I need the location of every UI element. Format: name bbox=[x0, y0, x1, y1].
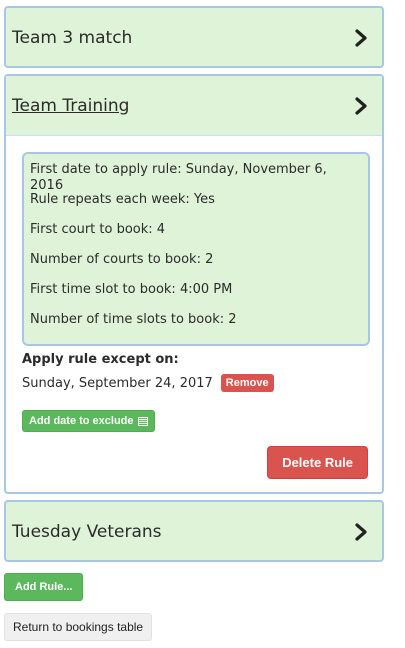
remove-exception-button[interactable]: Remove bbox=[220, 374, 274, 392]
return-to-bookings-button[interactable]: Return to bookings table bbox=[4, 613, 153, 641]
rule-num-courts: Number of courts to book: 2 bbox=[30, 252, 214, 267]
rule-num-slots: Number of time slots to book: 2 bbox=[30, 312, 237, 327]
chevron-right-icon[interactable] bbox=[354, 29, 368, 47]
add-exclude-date-button[interactable]: Add date to exclude bbox=[22, 410, 155, 432]
add-exclude-label: Add date to exclude bbox=[29, 415, 134, 427]
add-rule-button[interactable]: Add Rule... bbox=[4, 573, 84, 601]
panel-title: Tuesday Veterans bbox=[12, 522, 162, 542]
rule-panel-tuesday-veterans[interactable]: Tuesday Veterans bbox=[4, 500, 384, 562]
rule-panel-team-3-match[interactable]: Team 3 match bbox=[4, 6, 384, 68]
panel-header[interactable]: Team 3 match bbox=[6, 8, 382, 68]
calendar-icon bbox=[137, 417, 148, 426]
panel-title-link[interactable]: Team Training bbox=[12, 96, 129, 116]
exception-date: Sunday, September 24, 2017 bbox=[22, 375, 213, 391]
delete-rule-button[interactable]: Delete Rule bbox=[267, 446, 368, 479]
rule-details-box: First date to apply rule: Sunday, Novemb… bbox=[22, 152, 370, 346]
panel-header[interactable]: Team Training bbox=[6, 76, 382, 136]
panel-title: Team 3 match bbox=[12, 28, 133, 48]
rule-first-court: First court to book: 4 bbox=[30, 222, 166, 237]
chevron-right-icon[interactable] bbox=[354, 96, 368, 115]
panel-header[interactable]: Tuesday Veterans bbox=[6, 502, 382, 562]
exception-item: Sunday, September 24, 2017 Remove bbox=[22, 374, 274, 392]
rule-repeats: Rule repeats each week: Yes bbox=[30, 192, 215, 207]
exceptions-label: Apply rule except on: bbox=[22, 352, 179, 367]
rule-first-slot: First time slot to book: 4:00 PM bbox=[30, 282, 233, 297]
rule-first-date: First date to apply rule: Sunday, Novemb… bbox=[30, 162, 327, 193]
rule-panel-team-training: Team Training First date to apply rule: … bbox=[4, 74, 384, 494]
chevron-right-icon[interactable] bbox=[354, 523, 368, 541]
